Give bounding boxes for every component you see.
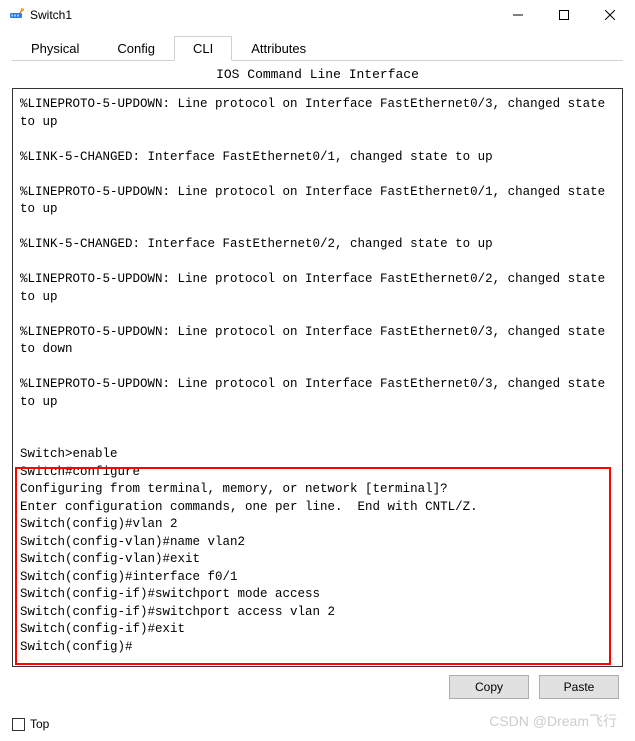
titlebar: Switch1 [0,0,635,30]
window-title: Switch1 [30,8,495,22]
tab-cli[interactable]: CLI [174,36,232,61]
terminal-container: %LINEPROTO-5-UPDOWN: Line protocol on In… [12,88,623,667]
minimize-button[interactable] [495,0,541,30]
watermark: CSDN @Dream飞行 [489,711,617,731]
app-icon [8,7,24,23]
panel-title: IOS Command Line Interface [12,61,623,88]
cli-terminal[interactable]: %LINEPROTO-5-UPDOWN: Line protocol on In… [14,90,621,665]
tab-bar: Physical Config CLI Attributes [12,36,623,61]
top-checkbox[interactable] [12,718,25,731]
button-row: Copy Paste [12,667,623,703]
paste-button[interactable]: Paste [539,675,619,699]
tab-physical[interactable]: Physical [12,36,98,60]
tab-attributes[interactable]: Attributes [232,36,325,60]
maximize-button[interactable] [541,0,587,30]
copy-button[interactable]: Copy [449,675,529,699]
top-checkbox-label: Top [30,717,49,731]
tab-config[interactable]: Config [98,36,174,60]
close-button[interactable] [587,0,633,30]
